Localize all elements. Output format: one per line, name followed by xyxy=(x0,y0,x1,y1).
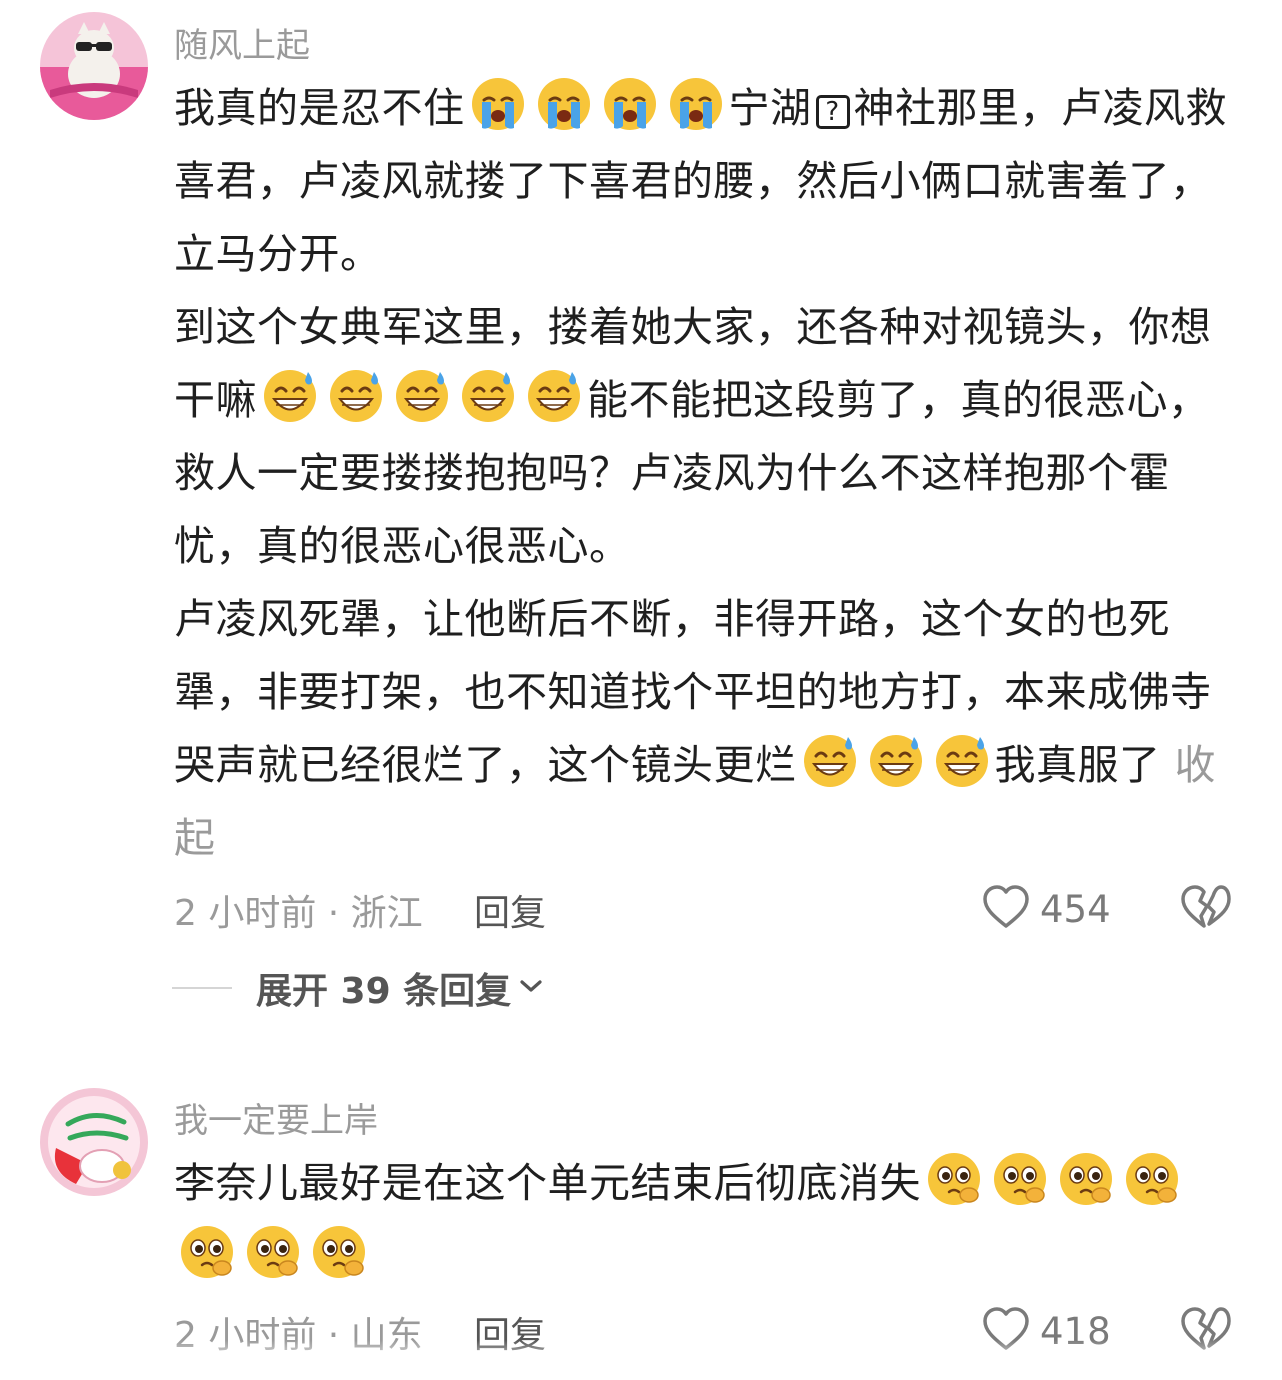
heart-icon xyxy=(982,884,1030,934)
loudly-crying-face-icon xyxy=(602,76,658,132)
expand-replies-button[interactable]: 展开 39 条回复 xyxy=(172,962,543,1014)
grinning-sweat-face-icon xyxy=(526,368,582,424)
grinning-sweat-face-icon xyxy=(328,368,384,424)
grinning-sweat-face-icon xyxy=(802,733,858,789)
avatar-image xyxy=(40,12,148,120)
avatar[interactable] xyxy=(40,1088,148,1196)
comment-paragraph: 李奈儿最好是在这个单元结束后彻底消失 xyxy=(174,1147,1236,1293)
comment-paragraph: 到这个女典军这里，搂着她大家，还各种对视镜头，你想干嘛 能不能把这段剪了，真的很恶… xyxy=(174,291,1236,583)
grinning-sweat-face-icon xyxy=(868,733,924,789)
comment-paragraph: 卢凌风死犟，让他断后不断，非得开路，这个女的也死犟，非要打架，也不知道找个平坦的… xyxy=(174,583,1236,875)
loudly-crying-face-icon xyxy=(470,76,526,132)
divider xyxy=(172,987,232,989)
broken-heart-icon xyxy=(1180,885,1232,934)
like-count: 454 xyxy=(1040,887,1111,931)
dislike-button[interactable] xyxy=(1180,884,1232,934)
timestamp-location: 2 小时前 · 浙江 xyxy=(174,893,423,934)
comment-text-segment: 宁湖 xyxy=(728,84,812,132)
loudly-crying-face-icon xyxy=(536,76,592,132)
pleading-face-icon xyxy=(245,1224,301,1280)
pleading-face-icon xyxy=(1058,1151,1114,1207)
chevron-down-icon xyxy=(519,978,543,998)
expand-replies-label: 展开 39 条回复 xyxy=(256,971,512,1012)
like-button[interactable]: 454 xyxy=(982,884,1111,934)
avatar[interactable] xyxy=(40,12,148,120)
pleading-face-icon xyxy=(311,1224,367,1280)
comment-text-segment: 我真的是忍不住 xyxy=(174,84,465,132)
pleading-face-icon xyxy=(1124,1151,1180,1207)
comment-paragraph: 我真的是忍不住 宁湖? 神社那里，卢凌风救喜君，卢凌风就搂了下喜君的腰，然后小俩口就… xyxy=(174,72,1236,291)
comment-text: 李奈儿最好是在这个单元结束后彻底消失 xyxy=(174,1147,1236,1293)
unknown-character-icon: ? xyxy=(815,95,850,129)
bottom-fade xyxy=(0,1340,1282,1380)
pleading-face-icon xyxy=(926,1151,982,1207)
comment-text-segment: 李奈儿最好是在这个单元结束后彻底消失 xyxy=(174,1159,921,1207)
username[interactable]: 随风上起 xyxy=(174,18,310,67)
avatar-image xyxy=(40,1088,148,1196)
pleading-face-icon xyxy=(179,1224,235,1280)
grinning-sweat-face-icon xyxy=(934,733,990,789)
grinning-sweat-face-icon xyxy=(262,368,318,424)
comment-text: 我真的是忍不住 宁湖? 神社那里，卢凌风救喜君，卢凌风就搂了下喜君的腰，然后小俩口就… xyxy=(174,72,1236,875)
username[interactable]: 我一定要上岸 xyxy=(174,1093,378,1142)
reply-button[interactable]: 回复 xyxy=(474,884,546,936)
grinning-sweat-face-icon xyxy=(460,368,516,424)
pleading-face-icon xyxy=(992,1151,1048,1207)
loudly-crying-face-icon xyxy=(668,76,724,132)
grinning-sweat-face-icon xyxy=(394,368,450,424)
comment-text-segment: 我真服了 xyxy=(994,741,1161,789)
